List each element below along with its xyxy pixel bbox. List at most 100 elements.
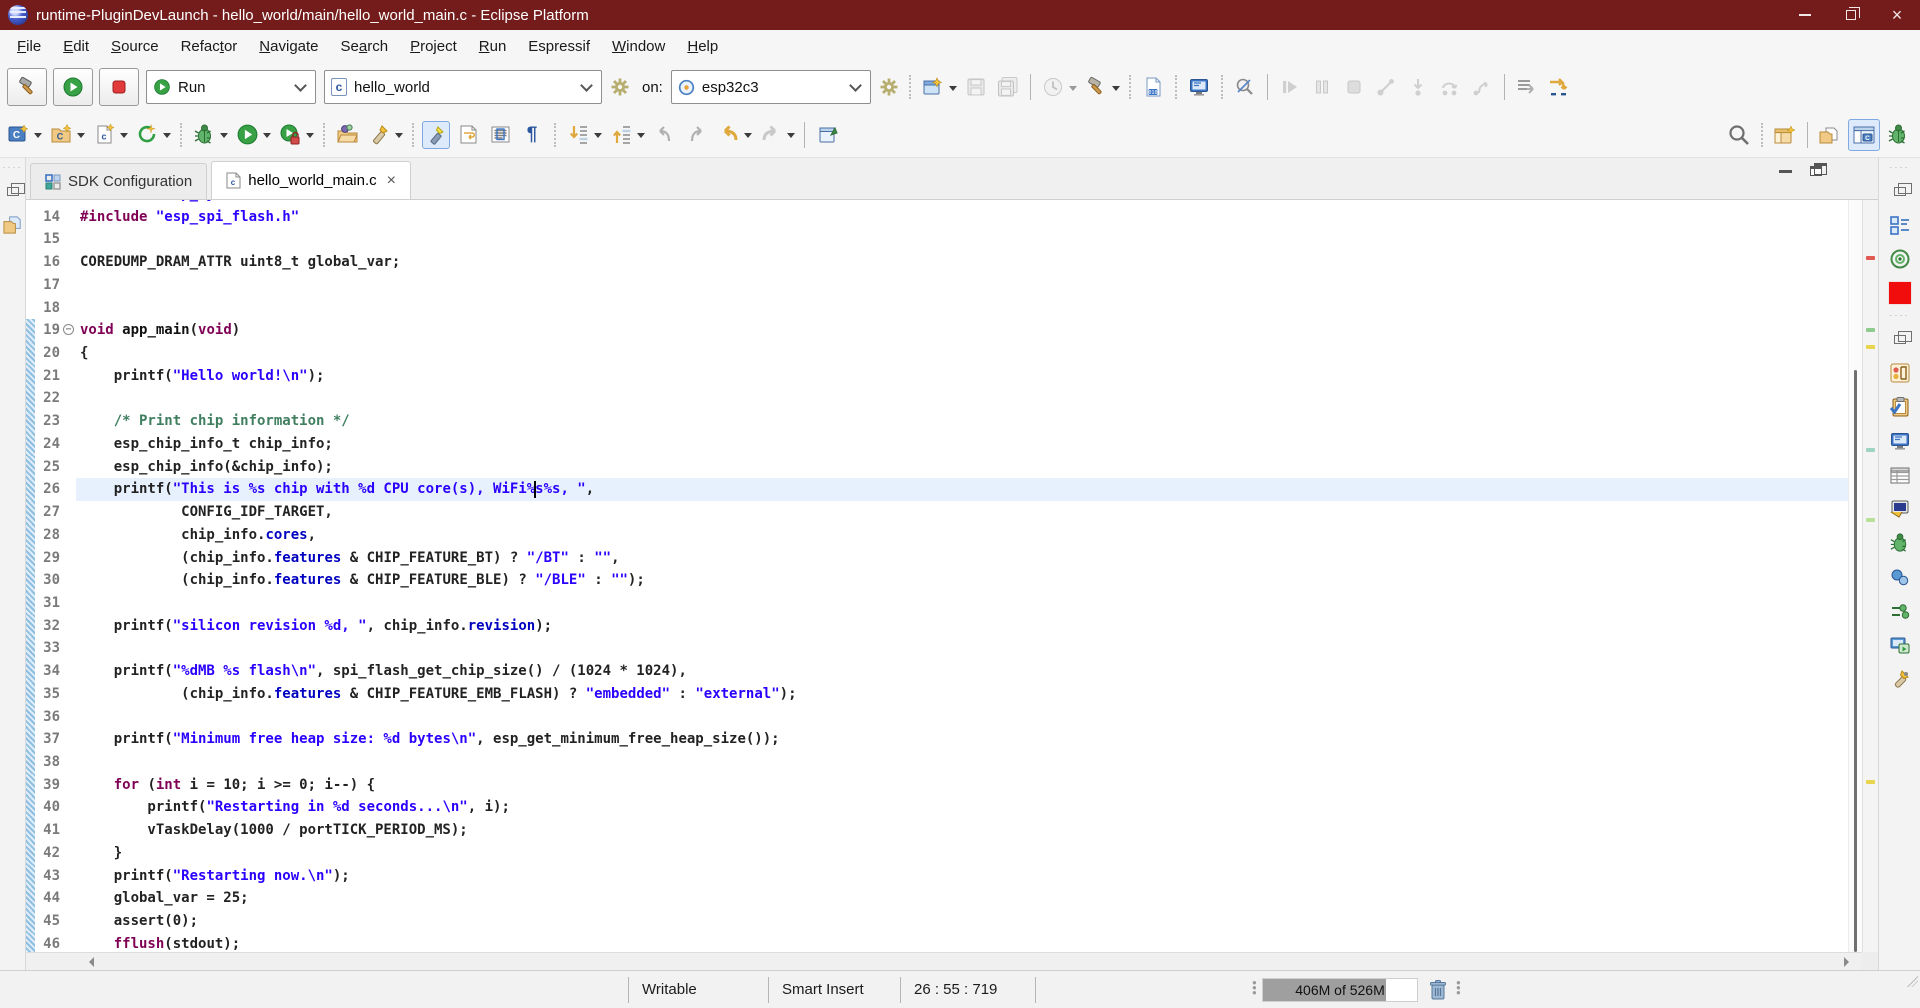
- code-line-14[interactable]: 14#include "esp_spi_flash.h": [26, 206, 1848, 229]
- restore-pane-icon[interactable]: [1888, 327, 1912, 351]
- outline-view-icon[interactable]: [1888, 213, 1912, 237]
- dropdown-arrow[interactable]: [1069, 86, 1077, 95]
- maximize-view-icon[interactable]: [1810, 166, 1822, 176]
- overview-annotation-mark[interactable]: [1866, 780, 1875, 784]
- line-number[interactable]: 17: [36, 274, 62, 297]
- flashlight-icon[interactable]: [365, 121, 393, 149]
- project-explorer-minimized-icon[interactable]: [1, 213, 25, 237]
- dropdown-arrow[interactable]: [594, 133, 602, 142]
- debug-bug-icon[interactable]: [190, 121, 218, 149]
- line-number[interactable]: 31: [36, 592, 62, 615]
- app-console-view-icon[interactable]: [1888, 633, 1912, 657]
- line-number[interactable]: 45: [36, 910, 62, 933]
- line-number[interactable]: 43: [36, 865, 62, 888]
- binary-file-icon[interactable]: 010: [1139, 73, 1167, 101]
- code-line-44[interactable]: 44 global_var = 25;: [26, 887, 1848, 910]
- line-number[interactable]: 20: [36, 342, 62, 365]
- menu-item-search[interactable]: Search: [330, 34, 400, 59]
- code-line-20[interactable]: 20{: [26, 342, 1848, 365]
- forward-history-icon[interactable]: [757, 121, 785, 149]
- line-number[interactable]: 40: [36, 796, 62, 819]
- dropdown-arrow[interactable]: [949, 86, 957, 95]
- line-number[interactable]: 39: [36, 774, 62, 797]
- line-number[interactable]: 23: [36, 410, 62, 433]
- menu-item-refactor[interactable]: Refactor: [170, 34, 249, 59]
- new-c-file-icon[interactable]: c: [90, 121, 118, 149]
- code-line-19[interactable]: 19−void app_main(void): [26, 319, 1848, 342]
- new-launch-target-button[interactable]: [919, 73, 947, 101]
- line-number[interactable]: 34: [36, 660, 62, 683]
- console-view-icon[interactable]: [1888, 429, 1912, 453]
- tab-hello-world-main-c[interactable]: c hello_world_main.c ×: [211, 161, 411, 199]
- scroll-right-arrow-icon[interactable]: [1844, 957, 1854, 967]
- overview-ruler[interactable]: [1862, 200, 1878, 952]
- code-line-24[interactable]: 24 esp_chip_info_t chip_info;: [26, 433, 1848, 456]
- vertical-scrollbar[interactable]: [1848, 200, 1862, 952]
- target-view-icon[interactable]: [1888, 247, 1912, 271]
- c-perspective-icon[interactable]: C: [1848, 119, 1880, 151]
- line-number[interactable]: 25: [36, 456, 62, 479]
- line-number[interactable]: 29: [36, 547, 62, 570]
- terminate-icon[interactable]: [1340, 73, 1368, 101]
- restore-button[interactable]: [1828, 0, 1874, 30]
- console-monitor-icon[interactable]: [1185, 73, 1213, 101]
- code-line-26[interactable]: 26 printf("This is %s chip with %d CPU c…: [26, 478, 1848, 501]
- tasks-view-icon[interactable]: [1888, 395, 1912, 419]
- code-line-23[interactable]: 23 /* Print chip information */: [26, 410, 1848, 433]
- restore-pane-icon[interactable]: [1, 179, 25, 203]
- open-perspective-icon[interactable]: [1771, 121, 1799, 149]
- line-number[interactable]: 35: [36, 683, 62, 706]
- peripherals-view-icon[interactable]: [1888, 565, 1912, 589]
- build-active-icon[interactable]: [1082, 73, 1110, 101]
- code-line-41[interactable]: 41 vTaskDelay(1000 / portTICK_PERIOD_MS)…: [26, 819, 1848, 842]
- dropdown-arrow[interactable]: [787, 133, 795, 142]
- code-line-17[interactable]: 17: [26, 274, 1848, 297]
- menu-item-espressif[interactable]: Espressif: [517, 34, 601, 59]
- line-number[interactable]: 33: [36, 637, 62, 660]
- code-line-16[interactable]: 16COREDUMP_DRAM_ATTR uint8_t global_var;: [26, 251, 1848, 274]
- new-c-project-icon[interactable]: C: [4, 121, 32, 149]
- dropdown-arrow[interactable]: [34, 133, 42, 142]
- pin-editor-icon[interactable]: [813, 121, 841, 149]
- resize-grip[interactable]: [1904, 973, 1918, 987]
- line-number[interactable]: 18: [36, 297, 62, 320]
- disconnect-icon[interactable]: [1372, 73, 1400, 101]
- code-line-22[interactable]: 22: [26, 387, 1848, 410]
- line-number[interactable]: 42: [36, 842, 62, 865]
- dropdown-arrow[interactable]: [744, 133, 752, 142]
- vertical-scrollbar-thumb[interactable]: [1854, 370, 1857, 952]
- dropdown-arrow[interactable]: [306, 133, 314, 142]
- step-over-icon[interactable]: [1436, 73, 1464, 101]
- previous-annotation-icon[interactable]: [607, 121, 635, 149]
- overview-annotation-mark[interactable]: [1866, 328, 1875, 332]
- code-line-33[interactable]: 33: [26, 637, 1848, 660]
- debug-history-icon[interactable]: [1039, 73, 1067, 101]
- drag-handle[interactable]: ●●●: [1456, 980, 1460, 995]
- target-gear-icon[interactable]: [877, 75, 901, 99]
- step-into-icon[interactable]: [1404, 73, 1432, 101]
- line-number[interactable]: 41: [36, 819, 62, 842]
- step-return-icon[interactable]: [1468, 73, 1496, 101]
- code-line-38[interactable]: 38: [26, 751, 1848, 774]
- close-button[interactable]: ×: [1874, 0, 1920, 30]
- menu-item-file[interactable]: File: [6, 34, 52, 59]
- last-edit-back-icon[interactable]: [650, 121, 678, 149]
- line-number[interactable]: 19: [36, 319, 62, 342]
- launch-config-combo[interactable]: c hello_world: [324, 70, 602, 104]
- tab-sdk-configuration[interactable]: SDK Configuration: [30, 163, 207, 199]
- pause-icon[interactable]: [1308, 73, 1336, 101]
- code-line-30[interactable]: 30 (chip_info.features & CHIP_FEATURE_BL…: [26, 569, 1848, 592]
- collapse-icon[interactable]: −: [63, 324, 74, 335]
- target-combo[interactable]: esp32c3: [671, 70, 871, 104]
- next-edit-forward-icon[interactable]: [682, 121, 710, 149]
- new-c-folder-icon[interactable]: C: [47, 121, 75, 149]
- line-number[interactable]: 37: [36, 728, 62, 751]
- launch-mode-combo[interactable]: Run: [146, 70, 316, 104]
- line-number[interactable]: 22: [36, 387, 62, 410]
- code-line-32[interactable]: 32 printf("silicon revision %d, ", chip_…: [26, 615, 1848, 638]
- drag-handle[interactable]: ●●●: [1252, 980, 1256, 995]
- code-line-43[interactable]: 43 printf("Restarting now.\n");: [26, 865, 1848, 888]
- code-line-45[interactable]: 45 assert(0);: [26, 910, 1848, 933]
- code-line-21[interactable]: 21 printf("Hello world!\n");: [26, 365, 1848, 388]
- code-line-35[interactable]: 35 (chip_info.features & CHIP_FEATURE_EM…: [26, 683, 1848, 706]
